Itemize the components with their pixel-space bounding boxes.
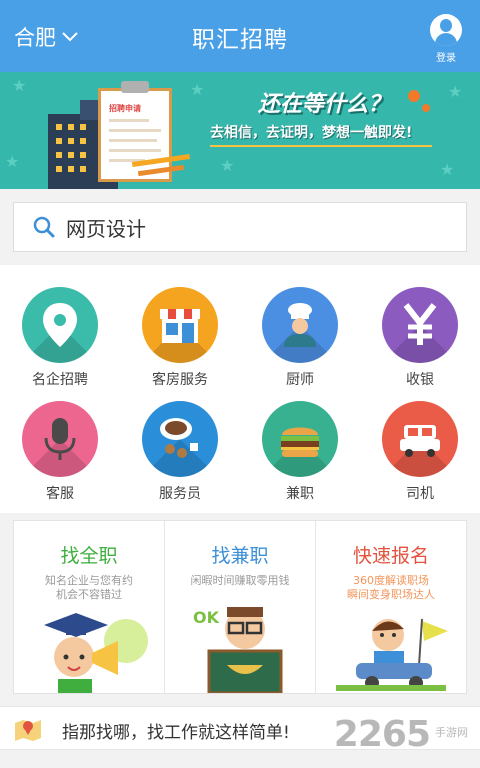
window [68,166,74,172]
category-customer-service[interactable]: 客服 [0,401,120,503]
category-label: 收银 [406,372,434,388]
category-label: 名企招聘 [32,372,88,388]
window [80,152,86,158]
coffee-cup-icon [142,401,218,477]
category-cashier[interactable]: 收银 [360,287,480,389]
chef-teacher-illustration: OK [165,601,315,695]
window [80,166,86,172]
search-area: 网页设计 [0,189,480,265]
card-part-time[interactable]: 找兼职 闲暇时间赚取零用钱 OK [165,521,316,695]
window [68,124,74,130]
document-title: 招聘申请 [109,104,141,113]
comet-icon [408,90,420,102]
clipboard-clip [121,81,149,93]
card-title: 找全职 [60,545,118,567]
window [56,138,62,144]
watermark-subtitle: 手游网 [435,726,468,739]
yen-icon [382,287,458,363]
category-famous-companies[interactable]: 名企招聘 [0,287,120,389]
window [56,152,62,158]
watermark-logo: 2265 [333,714,431,755]
star-decoration-icon: ★ [190,80,205,99]
login-label: 登录 [436,53,456,64]
card-title: 快速报名 [352,545,429,567]
banner-tagline: 去相信，去证明，梦想一触即发! [210,125,413,141]
top-bar: 合肥 职汇招聘 登录 [0,0,480,72]
card-subtitle: 闲暇时间赚取零用钱 [190,574,290,587]
category-label: 客服 [46,486,74,502]
category-part-time[interactable]: 兼职 [240,401,360,503]
login-button[interactable]: 登录 [426,14,466,64]
window [80,124,86,130]
promo-banner[interactable]: ★ ★ ★ ★ ★ ★ ★ 招聘申请 还在等什么？ 去相信，去证明，梦想一触即发… [0,72,480,189]
category-grid: 名企招聘 客房服务 厨师 收银 客服 服务员 兼职 司机 [0,265,480,513]
search-input[interactable]: 网页设计 [13,202,467,252]
star-decoration-icon: ★ [5,152,20,171]
page-title: 职汇招聘 [192,27,288,53]
window [56,166,62,172]
graduate-illustration [14,601,164,693]
window [68,138,74,144]
window [56,124,62,130]
job-type-cards: 找全职 知名企业与您有约 机会不容错过 找兼职 闲暇时间赚取零用钱 OK 快速报… [13,520,467,695]
category-label: 服务员 [159,486,201,502]
card-full-time[interactable]: 找全职 知名企业与您有约 机会不容错过 [14,521,165,693]
map-pin-icon [22,287,98,363]
star-decoration-icon: ★ [12,76,27,95]
car-icon [382,401,458,477]
chef-icon [262,287,338,363]
card-quick-apply[interactable]: 快速报名 360度解读职场 瞬间变身职场达人 [316,521,466,693]
doc-line [109,149,161,152]
category-label: 司机 [406,486,434,502]
category-label: 兼职 [286,486,314,502]
svg-text:OK: OK [193,608,220,627]
doc-line [109,129,161,132]
microphone-icon [22,401,98,477]
footer-strip [0,750,480,768]
card-subtitle: 机会不容错过 [56,588,122,601]
card-subtitle: 瞬间变身职场达人 [347,588,435,601]
promo-text: 指那找哪，找工作就这样简单! [62,723,290,743]
banner-underline [210,145,432,147]
doc-line [109,119,149,122]
search-value: 网页设计 [66,216,146,241]
comet-icon [422,104,430,112]
storefront-icon [142,287,218,363]
category-chef[interactable]: 厨师 [240,287,360,389]
card-subtitle: 知名企业与您有约 [45,574,133,587]
card-subtitle: 360度解读职场 [353,574,429,587]
avatar-icon [430,14,462,46]
category-label: 客房服务 [152,372,208,388]
star-decoration-icon: ★ [220,156,235,175]
category-housekeeping[interactable]: 客房服务 [120,287,240,389]
star-decoration-icon: ★ [440,160,455,179]
category-waiter[interactable]: 服务员 [120,401,240,503]
category-driver[interactable]: 司机 [360,401,480,503]
search-icon [33,216,55,238]
window [80,138,86,144]
category-label: 厨师 [286,372,314,388]
window [68,152,74,158]
map-icon [15,720,41,741]
burger-icon [262,401,338,477]
banner-headline: 还在等什么？ [258,92,391,117]
doc-line [109,139,157,142]
star-decoration-icon: ★ [448,82,463,101]
boy-car-illustration [316,601,466,693]
card-title: 找兼职 [211,545,269,567]
